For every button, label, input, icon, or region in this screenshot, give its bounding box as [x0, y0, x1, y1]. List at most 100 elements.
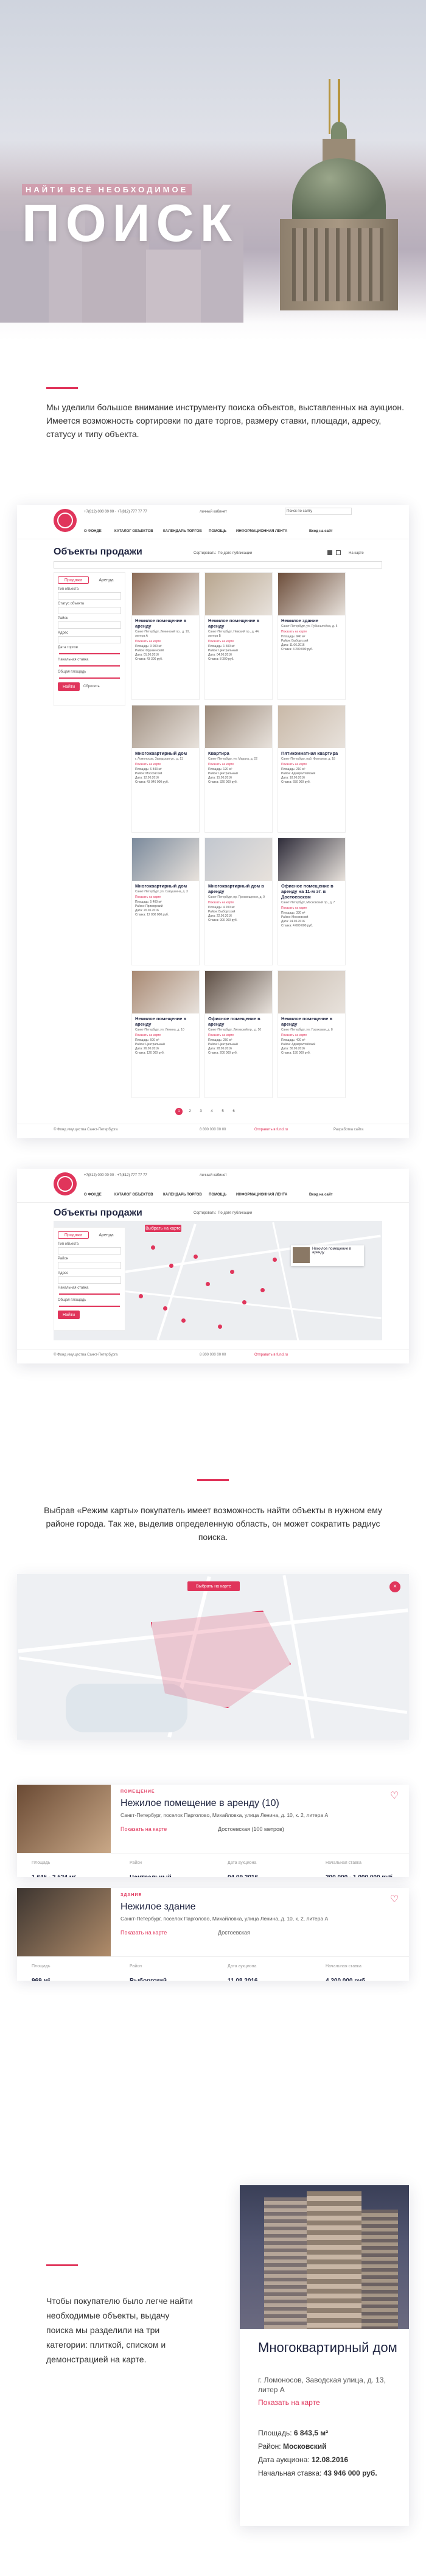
- district-select[interactable]: [58, 621, 121, 629]
- map-marker[interactable]: [151, 1245, 155, 1250]
- detail-district-value: Московский: [282, 2442, 327, 2451]
- list-row[interactable]: ЗДАНИЕ Нежилое здание Санкт-Петербург, п…: [17, 1888, 409, 1981]
- price-range-slider[interactable]: [59, 1293, 120, 1295]
- show-on-map-link[interactable]: Показать на карте: [205, 639, 272, 645]
- district-select[interactable]: [58, 1262, 121, 1269]
- object-tile[interactable]: Квартира Санкт-Петербург, ул. Марата, д.…: [204, 705, 273, 833]
- area-range-slider[interactable]: [59, 677, 120, 679]
- select-on-map-button[interactable]: Выбрать на карте: [145, 1225, 181, 1232]
- object-tile[interactable]: Нежилое помещение в аренду Санкт-Петербу…: [131, 970, 200, 1098]
- search-input[interactable]: Поиск по сайту: [285, 508, 352, 515]
- sort-dropdown[interactable]: По дате публикации: [218, 1211, 252, 1215]
- object-tile[interactable]: Многоквартирный дом Санкт-Петербург, ул.…: [131, 838, 200, 965]
- tab-sale[interactable]: Продажа: [58, 576, 89, 584]
- object-tile[interactable]: Пятикомнатная квартира Санкт-Петербург, …: [278, 705, 346, 833]
- map-marker[interactable]: [194, 1255, 198, 1259]
- map-marker[interactable]: [163, 1306, 167, 1311]
- select-on-map-button[interactable]: Выбрать на карте: [187, 1581, 240, 1591]
- show-on-map-link[interactable]: Показать на карте: [278, 1032, 345, 1038]
- site-logo[interactable]: [54, 1172, 77, 1195]
- tab-sale[interactable]: Продажа: [58, 1231, 89, 1239]
- page-button[interactable]: 4: [208, 1108, 215, 1115]
- list-view-icon[interactable]: [336, 550, 341, 555]
- object-tile[interactable]: Нежилое здание Санкт-Петербург, ул. Руби…: [278, 572, 346, 700]
- map-marker[interactable]: [218, 1325, 222, 1329]
- nav-item-feed[interactable]: ИНФОРМАЦИОННАЯ ЛЕНТА: [236, 1193, 287, 1197]
- map-marker[interactable]: [181, 1318, 186, 1323]
- show-on-map-link[interactable]: Показать на карте: [278, 905, 345, 911]
- type-select[interactable]: [58, 1247, 121, 1255]
- tab-rent[interactable]: Аренда: [91, 576, 121, 584]
- object-address: Санкт-Петербург, Ленинский пр., д. 10, л…: [135, 630, 190, 638]
- object-tile[interactable]: Нежилое помещение в аренду Санкт-Петербу…: [204, 572, 273, 700]
- page-button[interactable]: 1: [175, 1108, 183, 1115]
- map-view-button[interactable]: На карте: [349, 551, 364, 555]
- price-range-slider[interactable]: [59, 665, 120, 667]
- map-marker[interactable]: [169, 1264, 173, 1268]
- show-on-map-link[interactable]: Показать на карте: [132, 894, 199, 900]
- map-marker[interactable]: [242, 1300, 246, 1304]
- address-input[interactable]: [58, 1276, 121, 1284]
- nav-item-feed[interactable]: ИНФОРМАЦИОННАЯ ЛЕНТА: [236, 530, 287, 533]
- find-button[interactable]: Найти: [58, 682, 80, 691]
- show-on-map-link[interactable]: Показать на карте: [205, 1032, 272, 1038]
- address-input[interactable]: [58, 636, 121, 643]
- show-on-map-link[interactable]: Показать на карте: [132, 639, 199, 645]
- date-range-slider[interactable]: [59, 653, 120, 654]
- reset-button[interactable]: Сбросить: [83, 682, 100, 691]
- find-button[interactable]: Найти: [58, 1311, 80, 1319]
- show-on-map-link[interactable]: Показать на карте: [132, 761, 199, 768]
- object-tile[interactable]: Нежилое помещение в аренду Санкт-Петербу…: [278, 970, 346, 1098]
- page-button[interactable]: 3: [197, 1108, 204, 1115]
- map-marker[interactable]: [206, 1282, 210, 1286]
- object-tile[interactable]: Многоквартирный дом в аренду Санкт-Петер…: [204, 838, 273, 965]
- show-on-map-link[interactable]: Показать на карте: [205, 761, 272, 768]
- status-select[interactable]: [58, 607, 121, 614]
- page-button[interactable]: 2: [186, 1108, 194, 1115]
- footer-link[interactable]: Отправить в fund.ru: [254, 1353, 288, 1357]
- site-logo[interactable]: [54, 509, 77, 532]
- page-button[interactable]: 5: [219, 1108, 226, 1115]
- list-row[interactable]: ПОМЕЩЕНИЕ Нежилое помещение в аренду (10…: [17, 1785, 409, 1877]
- show-on-map-link[interactable]: Показать на карте: [120, 1930, 167, 1936]
- sort-dropdown[interactable]: По дате публикации: [218, 551, 252, 555]
- heart-icon[interactable]: ♡: [388, 1893, 400, 1905]
- filter-search-input[interactable]: [54, 561, 382, 569]
- area-range-slider[interactable]: [59, 1306, 120, 1307]
- map-marker[interactable]: [139, 1294, 143, 1298]
- map-marker[interactable]: [273, 1258, 277, 1262]
- nav-item-calendar[interactable]: КАЛЕНДАРЬ ТОРГОВ: [163, 530, 202, 533]
- show-on-map-link[interactable]: Показать на карте: [120, 1826, 167, 1832]
- type-select[interactable]: [58, 592, 121, 600]
- map-marker[interactable]: [230, 1270, 234, 1274]
- detail-map-link[interactable]: Показать на карте: [258, 2398, 320, 2407]
- map-view-large[interactable]: Выбрать на карте ×: [17, 1574, 409, 1740]
- login-link[interactable]: Вход на сайт: [309, 530, 333, 533]
- map-popup[interactable]: Нежилое помещение в аренду: [291, 1245, 364, 1266]
- heart-icon[interactable]: ♡: [388, 1790, 400, 1802]
- object-tile[interactable]: Офисное помещение в аренду Санкт-Петербу…: [204, 970, 273, 1098]
- nav-item-calendar[interactable]: КАЛЕНДАРЬ ТОРГОВ: [163, 1193, 202, 1197]
- nav-item-catalog[interactable]: КАТАЛОГ ОБЪЕКТОВ: [114, 530, 153, 533]
- nav-item-catalog[interactable]: КАТАЛОГ ОБЪЕКТОВ: [114, 1193, 153, 1197]
- object-tile[interactable]: Нежилое помещение в аренду Санкт-Петербу…: [131, 572, 200, 700]
- nav-item-help[interactable]: ПОМОЩЬ: [209, 530, 226, 533]
- map-marker[interactable]: [260, 1288, 265, 1292]
- close-icon[interactable]: ×: [389, 1581, 400, 1592]
- login-link[interactable]: Вход на сайт: [309, 1193, 333, 1197]
- personal-link[interactable]: личный кабинет: [200, 510, 227, 514]
- nav-item-fund[interactable]: О ФОНДЕ: [84, 1193, 102, 1197]
- personal-link[interactable]: личный кабинет: [200, 1174, 227, 1177]
- tab-rent[interactable]: Аренда: [91, 1231, 121, 1239]
- nav-item-fund[interactable]: О ФОНДЕ: [84, 530, 102, 533]
- grid-view-icon[interactable]: [327, 550, 332, 555]
- show-on-map-link[interactable]: Показать на карте: [278, 761, 345, 768]
- footer-link[interactable]: Отправить в fund.ru: [254, 1128, 288, 1132]
- object-tile[interactable]: Многоквартирный дом г. Ломоносов, Заводс…: [131, 705, 200, 833]
- show-on-map-link[interactable]: Показать на карте: [278, 629, 345, 635]
- nav-item-help[interactable]: ПОМОЩЬ: [209, 1193, 226, 1197]
- page-button[interactable]: 6: [230, 1108, 237, 1115]
- object-tile[interactable]: Офисное помещение в аренду на 11-м эт. в…: [278, 838, 346, 965]
- show-on-map-link[interactable]: Показать на карте: [132, 1032, 199, 1038]
- show-on-map-link[interactable]: Показать на карте: [205, 900, 272, 906]
